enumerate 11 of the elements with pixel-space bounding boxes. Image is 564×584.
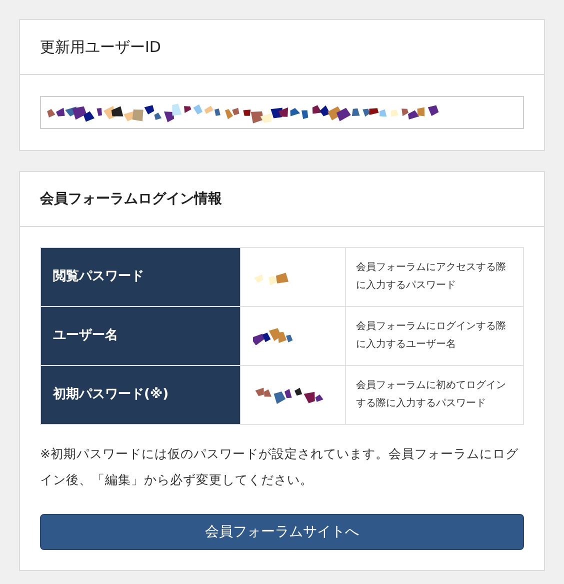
card-title: 会員フォーラムログイン情報 — [40, 190, 222, 208]
table-header-cell: 閲覧パスワード — [40, 248, 240, 306]
forum-site-button[interactable]: 会員フォーラムサイトへ — [40, 514, 524, 550]
table-header-cell: 初期パスワード(※) — [40, 366, 240, 424]
note-text: ※初期パスワードには仮のパスワードが設定されています。会員フォーラムにログイン後、「編集」から必ず変更してください。 — [40, 445, 520, 489]
table-header-cell: ユーザー名 — [40, 306, 240, 366]
table-cell: 会員フォーラムに初めてログインする際に入力するパスワード — [346, 366, 524, 424]
table-cell: 会員フォーラムにログインする際に入力するユーザー名 — [346, 306, 524, 366]
table-cell: 会員フォーラムにアクセスする際に入力するパスワード — [346, 248, 524, 306]
card-title: 更新用ユーザーID — [40, 36, 161, 58]
user-id-field[interactable] — [40, 96, 524, 129]
